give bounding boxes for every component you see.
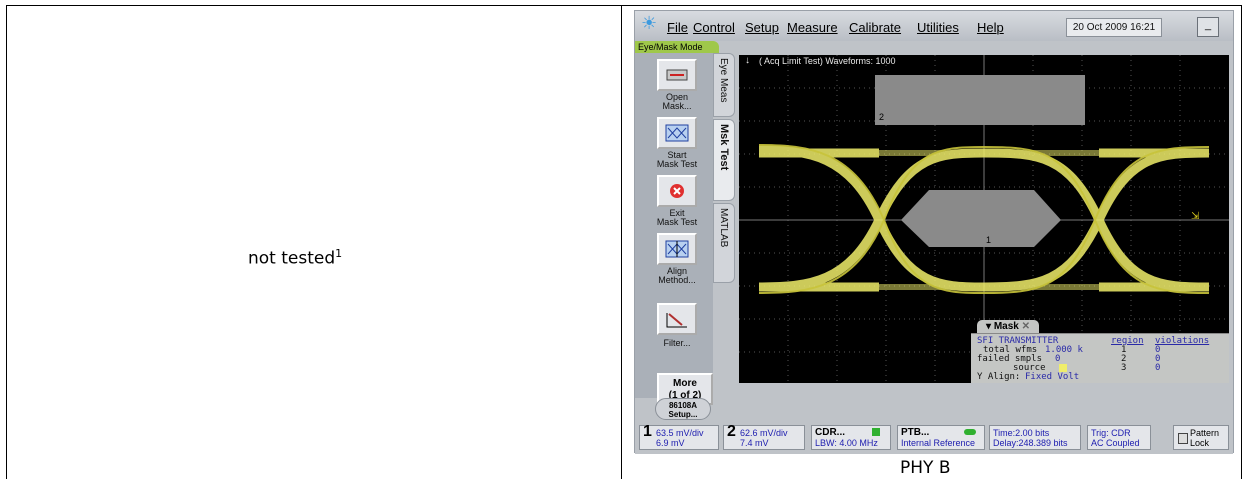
region-header: region <box>1111 336 1144 346</box>
filter-icon <box>666 313 687 328</box>
start-mask-icon <box>665 124 689 142</box>
mask-region-2 <box>875 75 1085 125</box>
menu-calibrate[interactable]: Calibrate <box>849 20 901 35</box>
channel-1-status[interactable]: 1 63.5 mV/div 6.9 mV <box>639 424 719 450</box>
lock-icon <box>872 428 880 436</box>
minimize-button[interactable]: _ <box>1197 17 1219 37</box>
violations-header: violations <box>1155 336 1210 346</box>
violations-3: 0 <box>1155 363 1161 373</box>
start-mask-test-button[interactable] <box>657 117 697 149</box>
setup-86108a-button[interactable]: 86108A Setup... <box>655 398 711 420</box>
menu-file[interactable]: File <box>667 20 688 35</box>
menu-utilities[interactable]: Utilities <box>917 20 959 35</box>
tab-matlab[interactable]: MATLAB <box>713 203 735 283</box>
sun-icon[interactable]: ☀ <box>641 13 657 34</box>
close-icon[interactable]: ✕ <box>1022 321 1030 332</box>
pattern-lock-button[interactable]: Pattern Lock <box>1173 425 1229 450</box>
start-mask-test-label: Start Mask Test <box>656 150 698 169</box>
mask-results-panel: SFI TRANSMITTER total wfms 1.000 k faile… <box>971 333 1229 383</box>
menu-bar: ☀ File Control Setup Measure Calibrate U… <box>635 11 1233 41</box>
side-panel: Open Mask... Start Mask Test Exit Mask T… <box>635 53 713 405</box>
y-align-value: Fixed Volt <box>1025 372 1080 382</box>
open-mask-icon <box>666 69 688 81</box>
scope-window: ☀ File Control Setup Measure Calibrate U… <box>634 10 1234 454</box>
open-mask-label: Open Mask... <box>662 92 692 111</box>
menu-help[interactable]: Help <box>977 20 1004 35</box>
source-swatch <box>1059 364 1067 372</box>
not-tested-cell: not tested1 <box>248 247 343 269</box>
exit-mask-icon <box>670 184 684 198</box>
mask-tab[interactable]: ▾ Mask ✕ <box>977 320 1039 334</box>
ptb-indicator-icon <box>964 429 976 435</box>
total-wfms-value: 1.000 k <box>1045 345 1083 355</box>
menu-setup[interactable]: Setup <box>745 20 779 35</box>
mask-region-1-label: 1 <box>986 235 992 245</box>
filter-button[interactable] <box>657 303 697 335</box>
vertical-tabs: Eye Meas Msk Test MATLAB <box>713 53 735 353</box>
region-3: 3 <box>1121 363 1127 373</box>
y-align-label: Y Align: <box>977 372 1021 382</box>
tab-eye-meas[interactable]: Eye Meas <box>713 53 735 117</box>
eye-diagram-screen[interactable]: ↓ ( Acq Limit Test) Waveforms: 1000 2 1 … <box>739 55 1229 383</box>
chevron-down-icon: ▾ <box>986 321 992 332</box>
ptb-status[interactable]: PTB... Internal Reference <box>897 425 985 450</box>
exit-mask-test-button[interactable] <box>657 175 697 207</box>
align-icon <box>665 240 689 258</box>
menu-measure[interactable]: Measure <box>787 20 838 35</box>
exit-mask-test-label: Exit Mask Test <box>656 208 698 227</box>
open-mask-button[interactable] <box>657 59 697 91</box>
mode-tab[interactable]: Eye/Mask Mode <box>635 41 719 53</box>
datetime-display: 20 Oct 2009 16:21 <box>1066 18 1162 37</box>
align-method-button[interactable] <box>657 233 697 265</box>
mask-region-1 <box>901 190 1061 247</box>
tab-msk-test[interactable]: Msk Test <box>713 119 735 201</box>
menu-control[interactable]: Control <box>693 20 735 35</box>
filter-label: Filter... <box>663 338 691 348</box>
mask-region-2-label: 2 <box>879 112 885 122</box>
pattern-lock-icon <box>1178 433 1188 444</box>
align-method-label: Align Method... <box>658 266 696 285</box>
table-divider <box>621 5 622 479</box>
trigger-level-marker: ⇲ <box>1191 211 1200 222</box>
caption-phy-b: PHY B <box>900 458 951 478</box>
trigger-status[interactable]: Trig: CDR AC Coupled <box>1087 425 1151 450</box>
cdr-status[interactable]: CDR... LBW: 4.00 MHz <box>811 425 891 450</box>
failed-smpls-value: 0 <box>1055 354 1061 364</box>
status-bar: 1 63.5 mV/div 6.9 mV 2 62.6 mV/div 7.4 mV CD… <box>635 421 1233 454</box>
timebase-status[interactable]: Time:2.00 bits Delay:248.389 bits <box>989 425 1081 450</box>
channel-2-status[interactable]: 2 62.6 mV/div 7.4 mV <box>723 424 805 450</box>
